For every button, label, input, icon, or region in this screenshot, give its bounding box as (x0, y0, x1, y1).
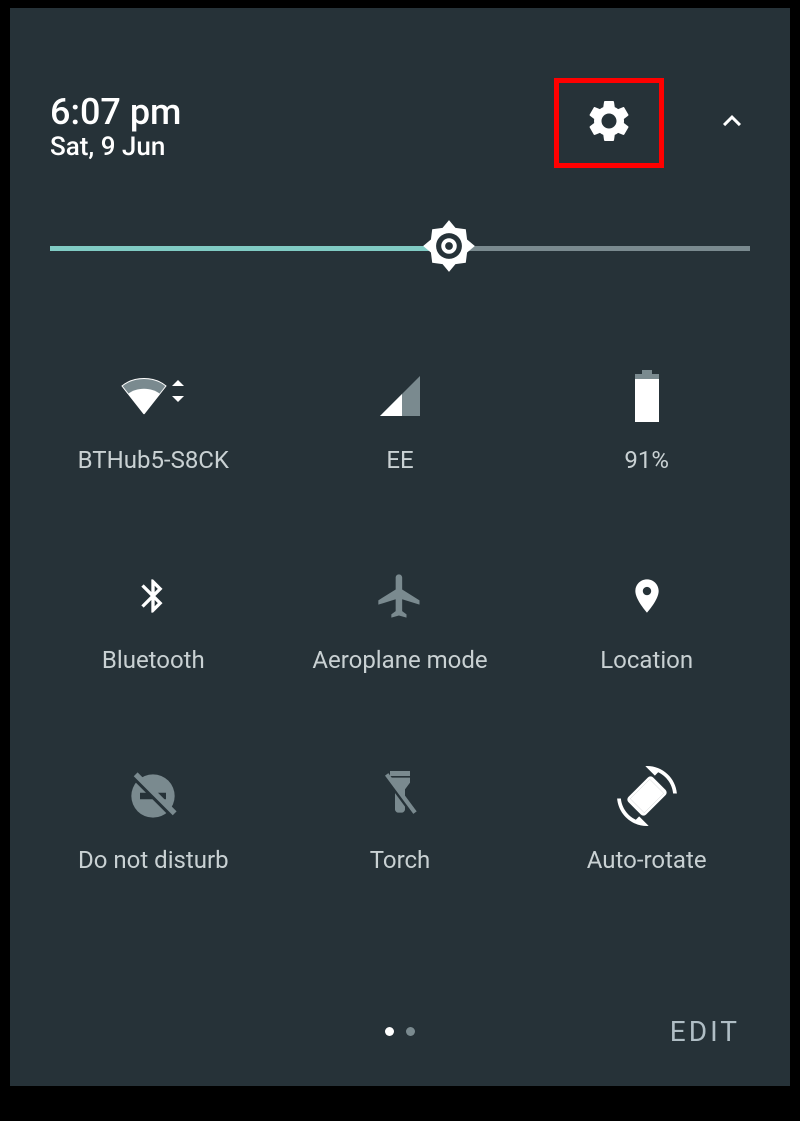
tile-wifi[interactable]: BTHub5-S8CK (30, 348, 277, 548)
settings-button[interactable] (554, 78, 664, 168)
dnd-off-icon (127, 770, 179, 826)
tile-bluetooth[interactable]: Bluetooth (30, 548, 277, 748)
tile-label: Location (600, 646, 693, 674)
battery-icon (632, 370, 662, 426)
airplane-icon (374, 570, 426, 626)
tile-label: 91% (624, 446, 669, 474)
signal-icon (376, 372, 424, 424)
header: 6:07 pm Sat, 9 Jun (10, 8, 790, 168)
tiles-grid: BTHub5-S8CK EE (10, 348, 790, 948)
tile-label: Aeroplane mode (312, 646, 487, 674)
wifi-icon (118, 368, 188, 428)
gear-icon (584, 96, 634, 150)
time-text: 6:07 pm (50, 93, 181, 133)
page-dot-2 (406, 1027, 415, 1036)
tile-label: BTHub5-S8CK (78, 446, 229, 474)
tile-label: Torch (370, 846, 431, 874)
brightness-thumb[interactable] (418, 215, 480, 281)
tile-airplane[interactable]: Aeroplane mode (277, 548, 524, 748)
brightness-slider[interactable] (50, 218, 750, 278)
tile-label: EE (386, 446, 413, 474)
bluetooth-icon (133, 568, 173, 628)
footer: EDIT (10, 1006, 790, 1056)
autorotate-icon (617, 766, 677, 830)
chevron-up-icon (714, 124, 750, 143)
tile-battery[interactable]: 91% (523, 348, 770, 548)
brightness-icon (418, 262, 480, 281)
tile-label: Auto-rotate (587, 846, 707, 874)
page-indicator[interactable] (385, 1027, 415, 1036)
tile-torch[interactable]: Torch (277, 748, 524, 948)
tile-label: Bluetooth (102, 646, 205, 674)
tile-cellular[interactable]: EE (277, 348, 524, 548)
slider-track (50, 246, 750, 251)
collapse-button[interactable] (704, 93, 760, 153)
quick-settings-panel: 6:07 pm Sat, 9 Jun (10, 8, 790, 1086)
clock-block[interactable]: 6:07 pm Sat, 9 Jun (50, 93, 181, 164)
location-icon (627, 570, 667, 626)
edit-button[interactable]: EDIT (670, 1015, 740, 1048)
tile-location[interactable]: Location (523, 548, 770, 748)
tile-label: Do not disturb (78, 846, 229, 874)
tile-autorotate[interactable]: Auto-rotate (523, 748, 770, 948)
page-dot-1 (385, 1027, 394, 1036)
tile-dnd[interactable]: Do not disturb (30, 748, 277, 948)
torch-off-icon (380, 768, 420, 828)
slider-fill (50, 246, 449, 251)
date-text: Sat, 9 Jun (50, 132, 181, 163)
